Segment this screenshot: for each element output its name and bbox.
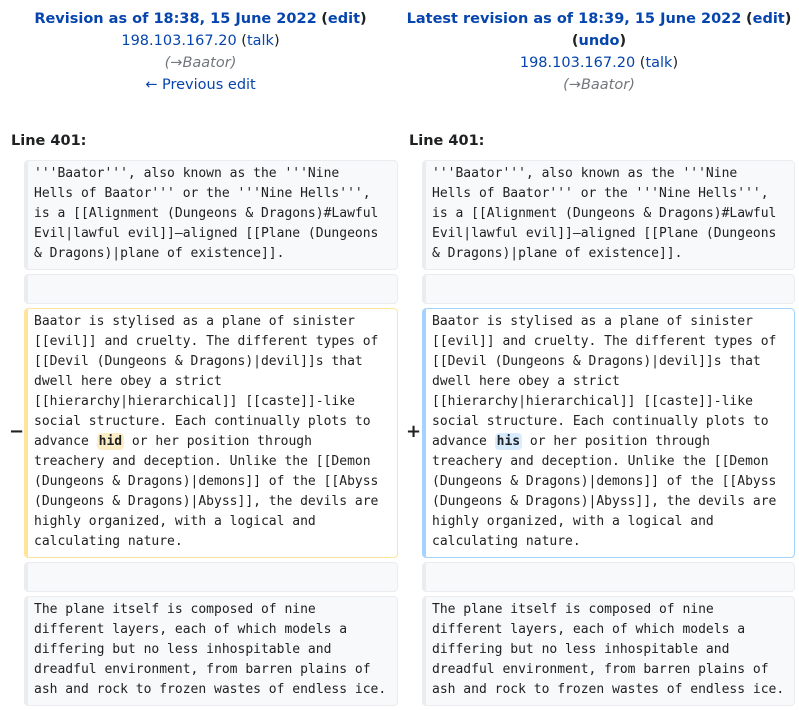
new-context-block-1: '''Baator''', also known as the '''Nine … bbox=[422, 160, 795, 270]
old-line-number: Line 401: bbox=[11, 133, 87, 149]
undo-line: (undo) bbox=[571, 33, 627, 49]
old-edit-link[interactable]: edit bbox=[328, 11, 360, 27]
old-context-block-1: '''Baator''', also known as the '''Nine … bbox=[24, 160, 398, 270]
new-section-name: Baator bbox=[580, 77, 630, 93]
old-talk-link[interactable]: talk bbox=[247, 33, 274, 49]
old-revision-title-line: Revision as of 18:38, 15 June 2022 (edit… bbox=[34, 11, 367, 27]
new-revision-user-line: 198.103.167.20 (talk) bbox=[519, 55, 679, 71]
new-revision-title-line: Latest revision as of 18:39, 15 June 202… bbox=[406, 11, 792, 27]
added-text: his bbox=[494, 433, 523, 450]
old-edit-summary: (→Baator) bbox=[164, 55, 237, 71]
new-revision-header: Latest revision as of 18:39, 15 June 202… bbox=[399, 8, 799, 96]
deleted-line-marker: − bbox=[9, 421, 25, 442]
added-paragraph: Baator is stylised as a plane of siniste… bbox=[422, 308, 795, 558]
old-empty-context-row bbox=[24, 274, 398, 304]
removed-text: hid bbox=[96, 433, 125, 450]
undo-link[interactable]: undo bbox=[579, 33, 620, 49]
old-revision-header: Revision as of 18:38, 15 June 2022 (edit… bbox=[0, 8, 401, 96]
old-section-name: Baator bbox=[182, 55, 231, 71]
new-section-link[interactable]: →Baator bbox=[569, 77, 629, 93]
previous-edit-link[interactable]: ← Previous edit bbox=[145, 77, 256, 93]
old-empty-context-row-2 bbox=[24, 562, 398, 592]
new-user-link[interactable]: 198.103.167.20 bbox=[520, 55, 635, 71]
old-context-block-2: The plane itself is composed of nine dif… bbox=[24, 596, 398, 706]
new-empty-context-row-2 bbox=[422, 562, 795, 592]
new-edit-link[interactable]: edit bbox=[753, 11, 785, 27]
new-talk-link[interactable]: talk bbox=[645, 55, 672, 71]
new-line-number: Line 401: bbox=[409, 133, 485, 149]
old-user-link[interactable]: 198.103.167.20 bbox=[121, 33, 236, 49]
new-edit-summary: (→Baator) bbox=[563, 77, 635, 93]
old-revision-user-line: 198.103.167.20 (talk) bbox=[121, 33, 280, 49]
added-line-marker: + bbox=[406, 421, 422, 442]
deleted-paragraph: Baator is stylised as a plane of siniste… bbox=[24, 308, 398, 558]
new-context-block-2: The plane itself is composed of nine dif… bbox=[422, 596, 795, 706]
old-revision-link[interactable]: Revision as of 18:38, 15 June 2022 bbox=[34, 11, 316, 27]
new-empty-context-row bbox=[422, 274, 795, 304]
new-revision-link[interactable]: Latest revision as of 18:39, 15 June 202… bbox=[407, 11, 742, 27]
old-section-link[interactable]: →Baator bbox=[170, 55, 230, 71]
